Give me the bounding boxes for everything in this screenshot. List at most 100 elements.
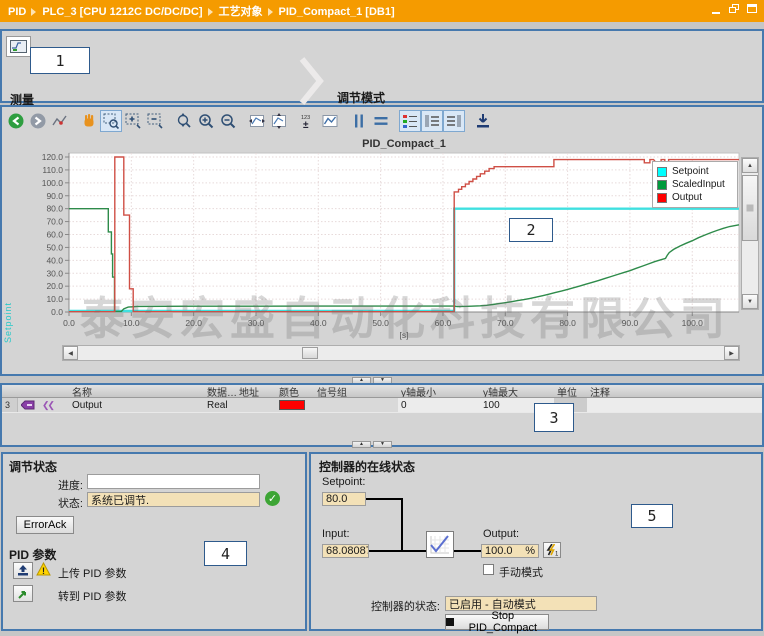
legend-item-scaledinput: ScaledInput [657, 178, 733, 191]
column-header-2[interactable]: 地址 [236, 385, 276, 397]
column-header-1[interactable]: 数据… [204, 385, 236, 397]
svg-text:80.0: 80.0 [559, 318, 576, 328]
zoom-out-area-icon[interactable] [144, 110, 166, 132]
legend-item-setpoint: Setpoint [657, 165, 733, 178]
goto-pid-params-label[interactable]: 转到 PID 参数 [58, 588, 126, 604]
upload-icon [17, 565, 29, 576]
column-header-6[interactable]: y轴最大 [480, 385, 554, 397]
progress-label: 进度: [23, 477, 83, 493]
progress-field[interactable] [87, 474, 260, 489]
zoom-in-icon[interactable] [195, 110, 217, 132]
callout-3: 3 [534, 403, 574, 432]
chart-horizontal-scrollbar[interactable]: ◀ ▶ [62, 345, 740, 361]
goto-pid-params-button[interactable] [13, 585, 33, 602]
measure-cursor-icon[interactable] [49, 110, 71, 132]
fit-height-icon[interactable] [268, 110, 290, 132]
breadcrumb[interactable]: PID PLC_3 [CPU 1212C DC/DC/DC] 工艺对象 PID_Com… [8, 3, 395, 19]
upload-pid-params-label[interactable]: 上传 PID 参数 [58, 565, 126, 581]
column-header-5[interactable]: y轴最小 [398, 385, 480, 397]
zoom-out-icon[interactable] [217, 110, 239, 132]
input-value-field: 68.08087 [322, 544, 369, 558]
column-header-3[interactable]: 颜色 [276, 385, 314, 397]
column-header-7[interactable]: 单位 [554, 385, 587, 397]
vertical-rulers-icon[interactable] [348, 110, 370, 132]
svg-text:!: ! [42, 566, 45, 576]
svg-text:90.0: 90.0 [46, 191, 63, 201]
trend-plot[interactable]: 0.0 10.0 20.0 30.0 40.0 50.0 60.0 70.0 80.0 90.0 1… [2, 135, 762, 340]
signal-color-cell[interactable] [276, 398, 314, 412]
svg-text:40.0: 40.0 [310, 318, 327, 328]
zoom-in-area-icon[interactable] [122, 110, 144, 132]
input-wire [369, 550, 426, 552]
splitter2-collapse-down-button[interactable]: ▼ [373, 441, 392, 448]
svg-text:±: ± [303, 120, 309, 130]
controller-status-panel: 控制器的在线状态 Setpoint: 80.0 Input: 68.08087 … [309, 452, 763, 631]
svg-text:70.0: 70.0 [497, 318, 514, 328]
trace-panel-button[interactable] [6, 36, 31, 57]
samples-icon[interactable] [319, 110, 341, 132]
move-view-icon[interactable] [173, 110, 195, 132]
pid-params-title: PID 参数 [9, 546, 56, 563]
setpoint-wire-drop [401, 498, 403, 551]
column-header-0[interactable]: 名称 [58, 385, 204, 397]
fit-width-icon[interactable] [246, 110, 268, 132]
float-window-icon[interactable] [729, 4, 740, 15]
redo-icon[interactable] [27, 110, 49, 132]
upload-pid-params-button[interactable] [13, 562, 33, 579]
y-axis-min[interactable]: 0 [398, 398, 480, 412]
scroll-right-icon[interactable]: ▶ [724, 346, 739, 360]
output-unit: % [525, 545, 535, 557]
tuning-status-panel: 调节状态 进度: 状态: 系统已调节. ✓ ErrorAck PID 参数 ! … [1, 452, 307, 631]
column-header-8[interactable]: 注释 [587, 385, 762, 397]
legend-left-icon[interactable] [421, 110, 443, 132]
svg-text:20.0: 20.0 [46, 281, 63, 291]
controller-status-title: 控制器的在线状态 [319, 458, 415, 475]
pan-icon[interactable] [78, 110, 100, 132]
minimize-icon[interactable] [711, 4, 722, 15]
tuning-mode-title: 调节模式 [337, 89, 385, 106]
title-bar: PID PLC_3 [CPU 1212C DC/DC/DC] 工艺对象 PID_Com… [0, 0, 764, 22]
svg-text:100.0: 100.0 [682, 318, 704, 328]
svg-text:10.0: 10.0 [123, 318, 140, 328]
auto-scale-icon[interactable]: 123± [297, 110, 319, 132]
stop-pid-compact-button[interactable]: Stop PID_Compact [445, 614, 549, 630]
breadcrumb-item-1[interactable]: PLC_3 [CPU 1212C DC/DC/DC] [42, 6, 202, 18]
signal-address [236, 398, 276, 412]
horizontal-rulers-icon[interactable] [370, 110, 392, 132]
callout-5: 5 [631, 504, 673, 528]
signal-row-output[interactable]: 3❮❮OutputReal0100 [2, 398, 762, 413]
setpoint-wire [366, 498, 402, 500]
status-field: 系统已调节. [87, 492, 260, 507]
breadcrumb-item-3[interactable]: PID_Compact_1 [DB1] [279, 6, 395, 18]
dock-window-icon[interactable] [747, 4, 758, 15]
legend-icon[interactable] [399, 110, 421, 132]
export-icon[interactable] [472, 110, 494, 132]
breadcrumb-item-0[interactable]: PID [8, 6, 26, 18]
error-ack-button[interactable]: ErrorAck [16, 516, 74, 534]
scroll-left-icon[interactable]: ◀ [63, 346, 78, 360]
signal-comment[interactable] [587, 398, 762, 412]
column-header-4[interactable]: 信号组 [314, 385, 398, 397]
svg-text:60.0: 60.0 [46, 230, 63, 240]
manual-mode-checkbox[interactable] [483, 564, 494, 575]
svg-text:90.0: 90.0 [622, 318, 639, 328]
svg-text:0.0: 0.0 [63, 318, 75, 328]
svg-text:30.0: 30.0 [46, 268, 63, 278]
output-value-field: 100.0 % [481, 544, 539, 558]
row-number: 3 [2, 398, 18, 412]
svg-text:1: 1 [555, 552, 558, 557]
horizontal-scroll-thumb[interactable] [302, 347, 318, 359]
chevron-separator-icon [296, 57, 326, 105]
zoom-area-icon[interactable] [100, 110, 122, 132]
measurement-section: 测量 采样时间: 0.3 s Stop 调节模式 预调节 Start [0, 29, 764, 103]
svg-text:50.0: 50.0 [372, 318, 389, 328]
manual-value-button[interactable]: 1 [543, 542, 561, 558]
signal-group-cell[interactable] [314, 398, 398, 412]
output-wire [453, 550, 481, 552]
svg-text:10.0: 10.0 [46, 294, 63, 304]
undo-icon[interactable] [5, 110, 27, 132]
breadcrumb-item-2[interactable]: 工艺对象 [219, 6, 263, 18]
legend-right-icon[interactable] [443, 110, 465, 132]
splitter2-collapse-up-button[interactable]: ▲ [352, 441, 371, 448]
oscilloscope-icon [10, 40, 27, 53]
